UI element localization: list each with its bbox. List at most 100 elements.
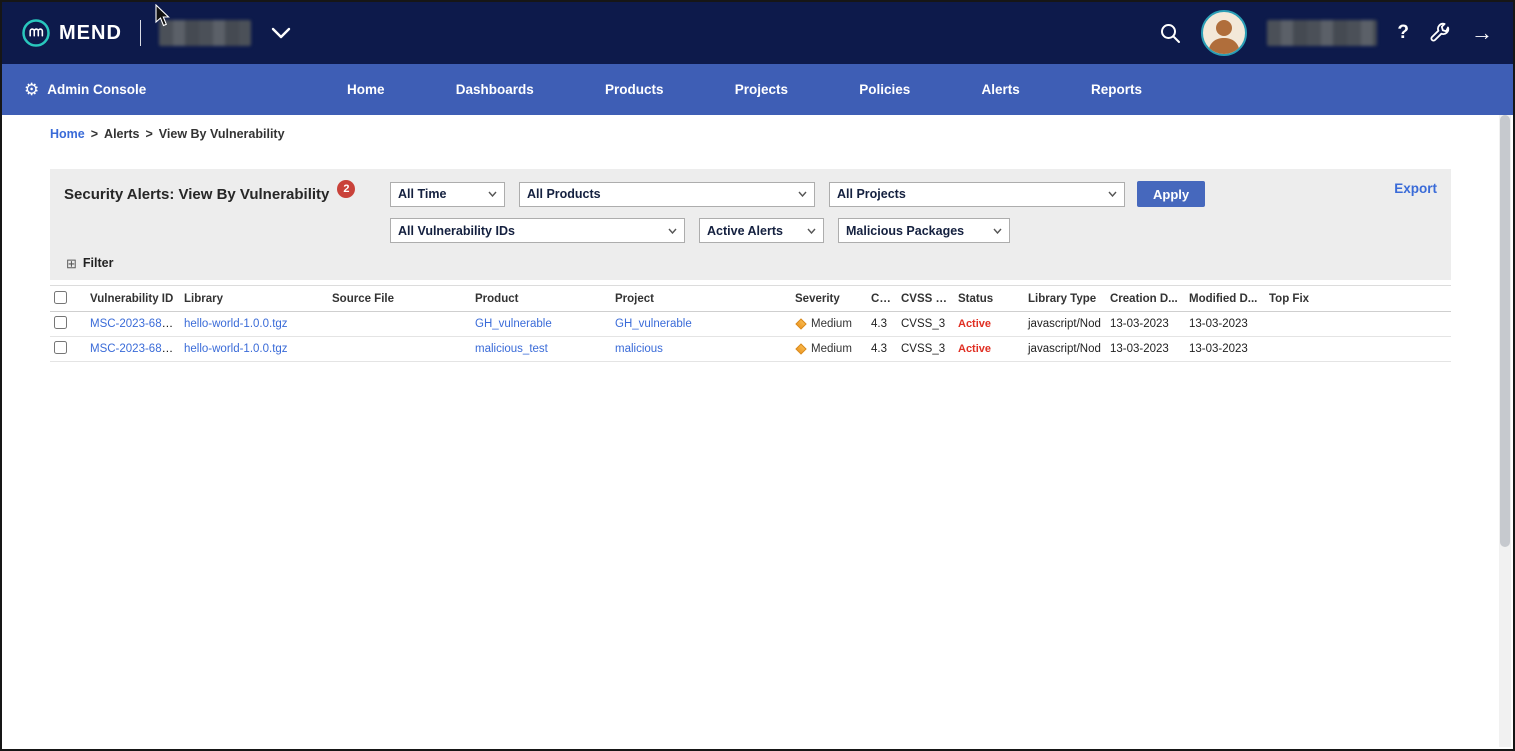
vulnerability-id-link[interactable]: MSC-2023-68356 bbox=[90, 343, 180, 355]
severity-medium-icon bbox=[795, 318, 806, 329]
library-type-cell: javascript/Nod bbox=[1024, 312, 1106, 337]
col-product: Product bbox=[471, 286, 611, 312]
library-link[interactable]: hello-world-1.0.0.tgz bbox=[184, 318, 288, 330]
col-severity: Severity bbox=[791, 286, 867, 312]
col-top-fix: Top Fix bbox=[1265, 286, 1451, 312]
top-fix-cell bbox=[1265, 337, 1451, 362]
time-filter-select[interactable]: All Time bbox=[390, 182, 505, 207]
avatar[interactable] bbox=[1201, 10, 1247, 56]
nav-item-dashboards[interactable]: Dashboards bbox=[456, 82, 534, 97]
chevron-down-icon bbox=[668, 228, 677, 234]
project-link[interactable]: GH_vulnerable bbox=[615, 318, 692, 330]
chevron-down-icon bbox=[798, 191, 807, 197]
row-checkbox[interactable] bbox=[54, 316, 67, 329]
product-link[interactable]: malicious_test bbox=[475, 343, 548, 355]
projects-filter-select[interactable]: All Projects bbox=[829, 182, 1125, 207]
nav-item-policies[interactable]: Policies bbox=[859, 82, 910, 97]
chevron-down-icon bbox=[488, 191, 497, 197]
breadcrumb-separator: > bbox=[91, 127, 98, 141]
nav-item-projects[interactable]: Projects bbox=[735, 82, 788, 97]
top-fix-cell bbox=[1265, 312, 1451, 337]
scrollbar-thumb[interactable] bbox=[1500, 115, 1510, 547]
col-creation-date: Creation D... bbox=[1106, 286, 1185, 312]
alert-count-badge: 2 bbox=[337, 180, 355, 198]
admin-console-label: Admin Console bbox=[47, 82, 146, 97]
mend-logo-icon bbox=[22, 19, 50, 47]
source-file-cell bbox=[328, 337, 471, 362]
apply-button[interactable]: Apply bbox=[1137, 181, 1205, 207]
main-nav: ⚙ Admin Console Home Dashboards Products… bbox=[2, 64, 1513, 115]
creation-date-cell: 13-03-2023 bbox=[1106, 337, 1185, 362]
arrow-right-icon[interactable]: → bbox=[1471, 22, 1493, 44]
nav-item-alerts[interactable]: Alerts bbox=[981, 82, 1019, 97]
alert-type-filter-select[interactable]: Malicious Packages bbox=[838, 218, 1010, 243]
severity-label: Medium bbox=[811, 343, 852, 355]
nav-item-reports[interactable]: Reports bbox=[1091, 82, 1142, 97]
app-window: MEND ? bbox=[0, 0, 1515, 751]
library-type-cell: javascript/Nod bbox=[1024, 337, 1106, 362]
source-file-cell bbox=[328, 312, 471, 337]
admin-console-button[interactable]: ⚙ Admin Console bbox=[24, 81, 146, 98]
topbar-divider bbox=[140, 20, 141, 46]
page-title: Security Alerts: View By Vulnerability bbox=[64, 186, 329, 203]
export-link[interactable]: Export bbox=[1394, 181, 1437, 196]
product-link[interactable]: GH_vulnerable bbox=[475, 318, 552, 330]
breadcrumb-separator: > bbox=[145, 127, 152, 141]
alert-status-filter-select[interactable]: Active Alerts bbox=[699, 218, 824, 243]
cvss-type-cell: CVSS_3 bbox=[897, 312, 954, 337]
chevron-down-icon[interactable] bbox=[271, 27, 291, 39]
cvss-type-cell: CVSS_3 bbox=[897, 337, 954, 362]
status-badge: Active bbox=[958, 318, 991, 330]
select-all-checkbox[interactable] bbox=[54, 291, 67, 304]
nav-item-home[interactable]: Home bbox=[347, 82, 385, 97]
col-vulnerability-id: Vulnerability ID bbox=[86, 286, 180, 312]
search-icon[interactable] bbox=[1159, 22, 1181, 44]
cvss-cell: 4.3 bbox=[867, 337, 897, 362]
col-project: Project bbox=[611, 286, 791, 312]
project-link[interactable]: malicious bbox=[615, 343, 663, 355]
severity-medium-icon bbox=[795, 343, 806, 354]
filter-label: Filter bbox=[83, 256, 114, 270]
gear-icon: ⚙ bbox=[24, 81, 39, 98]
library-link[interactable]: hello-world-1.0.0.tgz bbox=[184, 343, 288, 355]
status-badge: Active bbox=[958, 343, 991, 355]
cvss-cell: 4.3 bbox=[867, 312, 897, 337]
alerts-table: Vulnerability ID Library Source File Pro… bbox=[50, 285, 1451, 362]
breadcrumb-alerts[interactable]: Alerts bbox=[104, 127, 139, 141]
username-redacted bbox=[1267, 20, 1377, 46]
col-cvss: CV... bbox=[867, 286, 897, 312]
topbar-actions: ? → bbox=[1159, 10, 1493, 56]
breadcrumb: Home > Alerts > View By Vulnerability bbox=[2, 115, 1513, 153]
help-icon[interactable]: ? bbox=[1397, 22, 1409, 44]
creation-date-cell: 13-03-2023 bbox=[1106, 312, 1185, 337]
vertical-scrollbar[interactable] bbox=[1499, 115, 1511, 747]
vulnerability-id-link[interactable]: MSC-2023-68356 bbox=[90, 318, 180, 330]
row-checkbox[interactable] bbox=[54, 341, 67, 354]
chevron-down-icon bbox=[807, 228, 816, 234]
filters-panel: Security Alerts: View By Vulnerability 2… bbox=[50, 169, 1451, 280]
brand-name: MEND bbox=[59, 22, 122, 45]
wrench-icon[interactable] bbox=[1429, 22, 1451, 44]
vulnerability-ids-filter-select[interactable]: All Vulnerability IDs bbox=[390, 218, 685, 243]
table-header-row: Vulnerability ID Library Source File Pro… bbox=[50, 286, 1451, 312]
mouse-cursor bbox=[154, 4, 171, 28]
filter-expander[interactable]: ⊞ Filter bbox=[64, 256, 1437, 270]
breadcrumb-home[interactable]: Home bbox=[50, 127, 85, 141]
mend-brand[interactable]: MEND bbox=[22, 19, 122, 47]
col-status: Status bbox=[954, 286, 1024, 312]
col-library-type: Library Type bbox=[1024, 286, 1106, 312]
modified-date-cell: 13-03-2023 bbox=[1185, 312, 1265, 337]
products-filter-select[interactable]: All Products bbox=[519, 182, 815, 207]
top-bar: MEND ? bbox=[2, 2, 1513, 64]
col-modified-date: Modified D... bbox=[1185, 286, 1265, 312]
plus-box-icon: ⊞ bbox=[66, 257, 77, 270]
chevron-down-icon bbox=[993, 228, 1002, 234]
table-row: MSC-2023-68356 hello-world-1.0.0.tgz GH_… bbox=[50, 312, 1451, 337]
col-library: Library bbox=[180, 286, 328, 312]
org-selector-redacted[interactable] bbox=[159, 20, 251, 46]
nav-item-products[interactable]: Products bbox=[605, 82, 664, 97]
nav-items: Home Dashboards Products Projects Polici… bbox=[347, 82, 1142, 97]
breadcrumb-current: View By Vulnerability bbox=[159, 127, 285, 141]
col-source-file: Source File bbox=[328, 286, 471, 312]
col-cvss-type: CVSS Ty... bbox=[897, 286, 954, 312]
